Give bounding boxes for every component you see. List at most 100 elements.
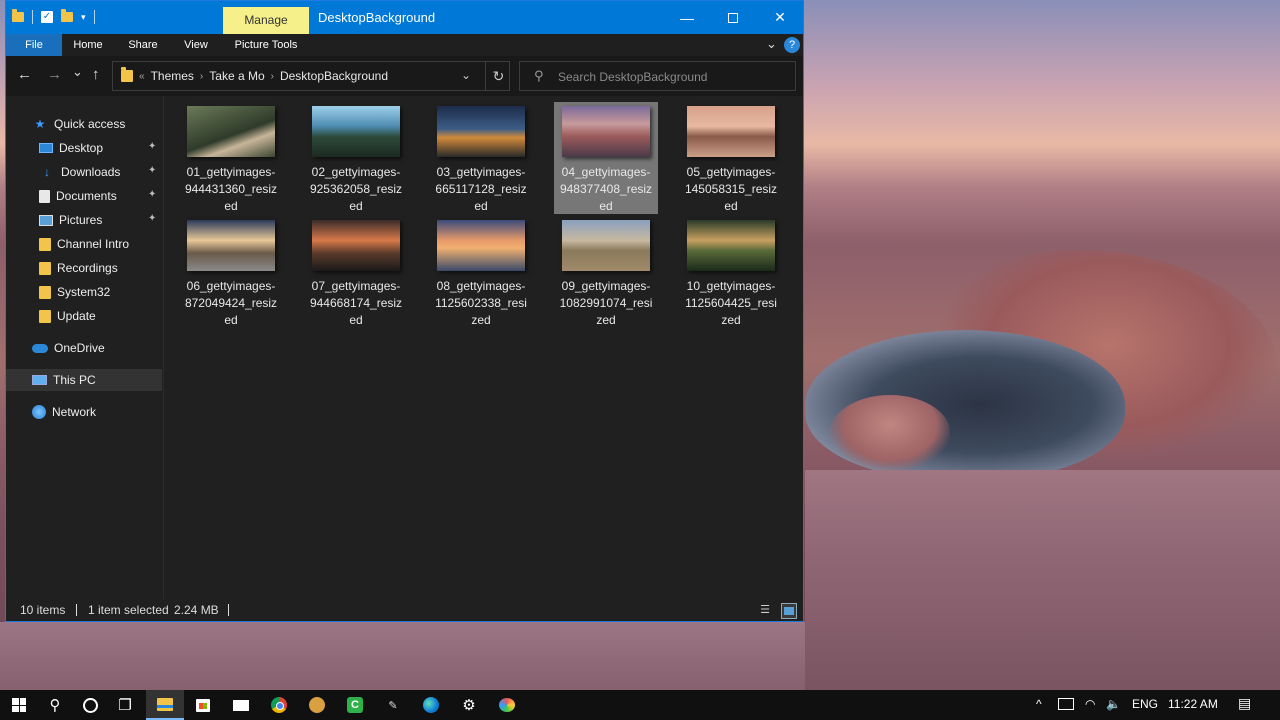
taskbar-app-2[interactable]: ✎ [374, 690, 412, 720]
sidebar-item-recordings[interactable]: Recordings [6, 257, 162, 279]
address-bar[interactable]: « Themes › Take a Mo › DesktopBackground… [112, 61, 510, 91]
tab-picture-tools[interactable]: Picture Tools [230, 34, 302, 56]
file-name: 02_gettyimages-925362058_resized [309, 165, 403, 213]
file-tile[interactable]: 05_gettyimages-145058315_resized [679, 102, 783, 214]
file-name: 09_gettyimages-1082991074_resized [559, 279, 653, 327]
taskbar-store[interactable] [184, 690, 222, 720]
start-button[interactable] [0, 690, 38, 720]
tab-file[interactable]: File [6, 34, 62, 56]
wallpaper-bottom [0, 622, 805, 690]
tab-view[interactable]: View [174, 34, 218, 56]
pictures-icon [39, 214, 53, 226]
file-tile-selected[interactable]: 04_gettyimages-948377408_resized [554, 102, 658, 214]
sidebar-item-onedrive[interactable]: OneDrive [6, 337, 162, 359]
file-explorer-icon [157, 697, 173, 711]
file-tile[interactable]: 10_gettyimages-1125604425_resized [679, 216, 783, 328]
forward-button[interactable]: → [47, 66, 62, 83]
sidebar-item-channel-intro[interactable]: Channel Intro [6, 233, 162, 255]
sidebar-item-pictures[interactable]: Pictures ✦ [6, 209, 162, 231]
volume-icon[interactable]: 🔈 [1106, 697, 1121, 711]
sidebar-item-this-pc[interactable]: This PC [6, 369, 162, 391]
sidebar-item-system32[interactable]: System32 [6, 281, 162, 303]
taskbar-app-1[interactable] [298, 690, 336, 720]
pin-icon: ✦ [148, 141, 157, 152]
taskbar-settings[interactable]: ⚙ [450, 690, 488, 720]
breadcrumb-separator[interactable]: › [271, 71, 274, 82]
language-indicator[interactable]: ENG [1132, 697, 1158, 711]
file-tile[interactable]: 03_gettyimages-665117128_resized [429, 102, 533, 214]
file-tile[interactable]: 01_gettyimages-944431360_resized [179, 102, 283, 214]
search-icon: ⚲ [534, 68, 544, 83]
title-bar[interactable]: ✓ ▾ Manage DesktopBackground — ✕ [6, 1, 803, 34]
search-input[interactable] [558, 68, 788, 86]
notifications-icon[interactable]: ▤ [1238, 695, 1251, 712]
breadcrumb-themes[interactable]: Themes [151, 69, 194, 83]
tray-overflow-icon[interactable]: ^ [1036, 697, 1042, 711]
breadcrumb-desktop-background[interactable]: DesktopBackground [280, 69, 388, 83]
search-box[interactable]: ⚲ [519, 61, 796, 91]
network-icon [32, 405, 46, 419]
breadcrumb-take-a-mo[interactable]: Take a Mo [209, 69, 264, 83]
cortana-button[interactable] [71, 690, 109, 720]
details-view-icon[interactable]: ☰ [757, 602, 773, 618]
tab-share[interactable]: Share [121, 34, 165, 56]
file-explorer-window: ✓ ▾ Manage DesktopBackground — ✕ File Ho… [5, 0, 804, 622]
recent-locations-button[interactable]: ⌄ [72, 64, 83, 80]
back-button[interactable]: ← [17, 66, 32, 83]
image-thumbnail [437, 106, 525, 157]
taskbar-mail[interactable] [222, 690, 260, 720]
status-divider [76, 604, 77, 616]
manage-context-tab[interactable]: Manage [223, 7, 309, 34]
taskbar-file-explorer[interactable] [146, 690, 184, 720]
address-dropdown-icon[interactable]: ⌄ [461, 68, 471, 82]
image-thumbnail [687, 220, 775, 271]
file-tile[interactable]: 02_gettyimages-925362058_resized [304, 102, 408, 214]
address-row: ← → ⌄ ↑ « Themes › Take a Mo › DesktopBa… [6, 56, 803, 96]
file-tile[interactable]: 09_gettyimages-1082991074_resized [554, 216, 658, 328]
properties-icon[interactable]: ✓ [41, 11, 53, 23]
overflow-chevron[interactable]: « [139, 71, 145, 82]
minimize-button[interactable]: — [664, 1, 710, 34]
taskbar-chrome[interactable] [260, 690, 298, 720]
search-button[interactable]: ⚲ [36, 690, 74, 720]
close-button[interactable]: ✕ [757, 1, 803, 34]
taskbar-edge[interactable] [412, 690, 450, 720]
expand-ribbon-icon[interactable]: ⌄ [766, 36, 777, 52]
taskbar-paint[interactable] [488, 690, 526, 720]
folder-icon [39, 309, 51, 323]
sidebar-item-documents[interactable]: Documents ✦ [6, 185, 162, 207]
refresh-button[interactable]: ↻ [485, 62, 511, 90]
sidebar-item-network[interactable]: Network [6, 401, 162, 423]
sidebar-item-quick-access[interactable]: ★ Quick access [6, 113, 162, 135]
sidebar-item-desktop[interactable]: Desktop ✦ [6, 137, 162, 159]
breadcrumb-separator[interactable]: › [200, 71, 203, 82]
battery-icon[interactable] [1058, 698, 1074, 710]
window-title: DesktopBackground [318, 10, 436, 25]
documents-icon [39, 189, 50, 203]
tab-home[interactable]: Home [66, 34, 110, 56]
mail-icon [233, 699, 249, 711]
image-thumbnail [562, 106, 650, 157]
clock[interactable]: 11:22 AM [1168, 697, 1218, 711]
large-icons-view-icon[interactable] [781, 603, 797, 619]
app-icon [309, 697, 325, 713]
task-view-button[interactable]: ❐ [106, 690, 144, 720]
sidebar-item-downloads[interactable]: ↓ Downloads ✦ [6, 161, 162, 183]
help-icon[interactable]: ? [784, 37, 800, 53]
file-tile[interactable]: 06_gettyimages-872049424_resized [179, 216, 283, 328]
up-button[interactable]: ↑ [92, 66, 100, 83]
file-tile[interactable]: 08_gettyimages-1125602338_resized [429, 216, 533, 328]
customize-toolbar-icon[interactable]: ▾ [81, 12, 86, 23]
file-name: 04_gettyimages-948377408_resized [559, 165, 653, 213]
sidebar-item-label: Quick access [54, 117, 126, 131]
file-tile[interactable]: 07_gettyimages-944668174_resized [304, 216, 408, 328]
onedrive-icon [32, 343, 48, 353]
wifi-icon[interactable]: ◠ [1085, 697, 1095, 711]
maximize-button[interactable] [710, 1, 756, 34]
taskbar-camtasia[interactable]: C [336, 690, 374, 720]
edge-icon [423, 697, 439, 713]
ribbon-tabs: File Home Share View Picture Tools ⌄ ? [6, 34, 803, 56]
new-folder-icon[interactable] [61, 9, 73, 22]
store-icon [196, 698, 210, 712]
sidebar-item-update[interactable]: Update [6, 305, 162, 327]
